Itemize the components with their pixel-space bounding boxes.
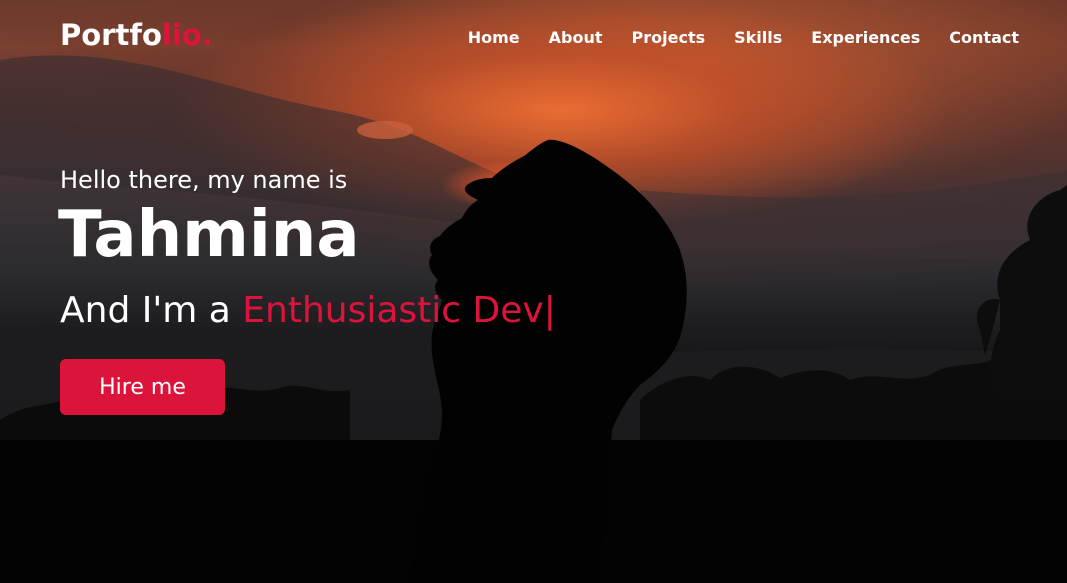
nav-link-skills[interactable]: Skills — [734, 28, 782, 47]
role-prefix: And I'm a — [60, 290, 243, 331]
navbar: Portfolio. Home About Projects Skills Ex… — [0, 0, 1067, 80]
nav-link-home[interactable]: Home — [468, 28, 520, 47]
logo[interactable]: Portfolio. — [60, 18, 213, 52]
nav-link-projects[interactable]: Projects — [632, 28, 706, 47]
role-typed-text: Enthusiastic Dev — [242, 290, 544, 331]
hire-me-button[interactable]: Hire me — [60, 359, 225, 415]
hero-greeting: Hello there, my name is — [60, 166, 348, 194]
hero-name: Tahmina — [58, 198, 360, 272]
hero-section: Portfolio. Home About Projects Skills Ex… — [0, 0, 1067, 583]
nav-link-experiences[interactable]: Experiences — [811, 28, 920, 47]
nav-links: Home About Projects Skills Experiences C… — [439, 28, 1019, 47]
nav-link-contact[interactable]: Contact — [949, 28, 1019, 47]
nav-link-about[interactable]: About — [549, 28, 603, 47]
logo-main-text: Portfo — [60, 18, 162, 52]
typing-cursor: | — [543, 290, 556, 331]
logo-accent-text: lio. — [161, 18, 213, 52]
hero-role: And I'm a Enthusiastic Dev| — [60, 290, 556, 331]
